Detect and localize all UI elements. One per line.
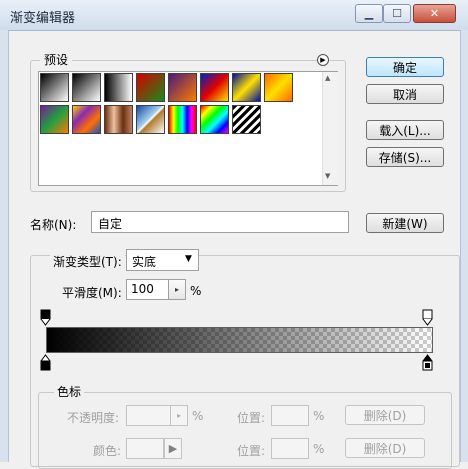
stop-location2-input[interactable] xyxy=(271,438,309,459)
stop-opacity-input[interactable] xyxy=(126,405,172,426)
stop-location-input[interactable] xyxy=(271,405,309,426)
smoothness-label: 平滑度(M): xyxy=(62,286,122,300)
ok-button[interactable]: 确定 xyxy=(366,57,444,77)
color-stops-label: 色标 xyxy=(54,383,85,400)
preset-swatch-blue-yellow-blue[interactable] xyxy=(232,73,261,102)
preset-swatch-transparent-rainbow[interactable] xyxy=(200,105,229,134)
minimize-button[interactable]: ▁ xyxy=(355,4,383,23)
preset-swatch-violet-orange[interactable] xyxy=(168,73,197,102)
maximize-button[interactable]: ☐ xyxy=(383,4,411,23)
color-stop-left[interactable] xyxy=(38,353,54,373)
delete-color-stop-button[interactable]: 删除(D) xyxy=(345,438,425,458)
stop-location-unit: % xyxy=(313,409,325,423)
preset-swatch-black-white[interactable] xyxy=(104,73,133,102)
opacity-stop-right[interactable] xyxy=(420,307,436,327)
preset-swatch-orange-yellow-orange[interactable] xyxy=(264,73,293,102)
maximize-icon: ☐ xyxy=(392,7,402,20)
window-title: 渐变编辑器 xyxy=(10,11,76,26)
smoothness-input[interactable]: 100 xyxy=(126,279,170,300)
window-frame-right xyxy=(460,30,468,462)
stop-opacity-stepper[interactable]: ▸ xyxy=(170,405,188,426)
preset-swatch-copper[interactable] xyxy=(104,105,133,134)
window-frame-left xyxy=(0,30,9,462)
stop-location2-label: 位置: xyxy=(237,444,266,458)
scroll-up-icon[interactable]: ▲ xyxy=(325,74,330,82)
chevron-down-icon[interactable]: ▼ xyxy=(185,254,192,264)
load-button[interactable]: 载入(L)... xyxy=(366,120,444,140)
name-input[interactable]: 自定 xyxy=(91,211,349,233)
preset-swatch-transparent-stripes[interactable] xyxy=(232,105,261,134)
stop-opacity-unit: % xyxy=(192,409,204,423)
preset-swatch-foreground-to-transparent[interactable] xyxy=(72,73,101,102)
swatch-scrollbar[interactable] xyxy=(322,72,338,185)
stop-color-label: 颜色: xyxy=(93,444,122,458)
presets-menu-button[interactable]: ▶ xyxy=(317,54,329,66)
close-button[interactable]: ✕ xyxy=(413,4,456,23)
scroll-down-icon[interactable]: ▼ xyxy=(325,172,330,180)
preset-swatch-chrome[interactable] xyxy=(136,105,165,134)
color-stop-right[interactable] xyxy=(420,353,436,373)
name-label: 名称(N): xyxy=(30,218,77,232)
chevron-right-icon: ▸ xyxy=(174,285,179,294)
stop-location2-unit: % xyxy=(313,442,325,456)
gradient-type-label: 渐变类型(T): xyxy=(50,253,125,270)
preset-swatch-spectrum[interactable] xyxy=(168,105,197,134)
preset-swatch-red-green[interactable] xyxy=(136,73,165,102)
presets-label: 预设 xyxy=(40,51,73,68)
smoothness-unit: % xyxy=(190,284,202,298)
stop-color-menu[interactable]: ▶ xyxy=(164,438,182,459)
save-button[interactable]: 存储(S)... xyxy=(366,147,444,167)
stop-color-swatch[interactable] xyxy=(126,438,164,459)
right-arrow-circle-icon: ▶ xyxy=(320,56,326,64)
new-button[interactable]: 新建(W) xyxy=(366,213,444,233)
preset-swatch-violet-green-orange[interactable] xyxy=(40,105,69,134)
opacity-stop-left[interactable] xyxy=(38,307,54,327)
gradient-preview-bar[interactable] xyxy=(46,327,433,353)
preset-swatch-foreground-to-background[interactable] xyxy=(40,73,69,102)
stop-opacity-label: 不透明度: xyxy=(67,411,120,425)
preset-swatch-yellow-violet-orange-blue[interactable] xyxy=(72,105,101,134)
preset-swatch-blue-red-yellow[interactable] xyxy=(200,73,229,102)
smoothness-stepper[interactable]: ▸ xyxy=(168,279,186,300)
close-icon: ✕ xyxy=(429,7,440,20)
cancel-button[interactable]: 取消 xyxy=(366,84,444,104)
stop-location-label: 位置: xyxy=(237,411,266,425)
delete-opacity-stop-button[interactable]: 删除(D) xyxy=(345,405,425,425)
minimize-icon: ▁ xyxy=(364,7,374,20)
